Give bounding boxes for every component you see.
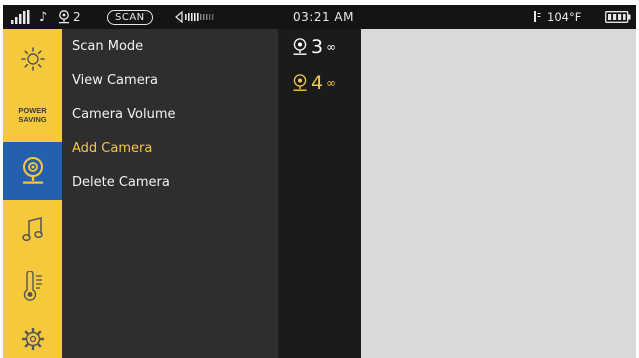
monitor-screen: ♪ 2 SCAN 03:21 AM 104°F POWER SAVING Sca… xyxy=(3,5,636,358)
music-note-icon xyxy=(21,217,43,242)
scan-badge[interactable]: SCAN xyxy=(107,5,153,29)
menu-item-camera-volume[interactable]: Camera Volume xyxy=(72,107,176,122)
scan-label: SCAN xyxy=(107,9,153,25)
power-saving-icon: POWER SAVING xyxy=(18,106,47,124)
thermometer-icon xyxy=(534,11,541,22)
sidebar-item-settings[interactable] xyxy=(3,319,62,358)
sidebar-item-brightness[interactable] xyxy=(3,35,62,83)
camera-entry-4[interactable]: 4 ∞ xyxy=(292,71,336,95)
camera-list: 3 ∞ 4 ∞ xyxy=(278,29,361,358)
sidebar: POWER SAVING xyxy=(3,29,62,358)
menu-item-scan-mode[interactable]: Scan Mode xyxy=(72,39,143,54)
camera-number: 3 xyxy=(311,36,324,58)
clock: 03:21 AM xyxy=(293,10,354,24)
link-icon: ∞ xyxy=(326,40,337,54)
menu-item-view-camera[interactable]: View Camera xyxy=(72,73,158,88)
sidebar-item-power-saving[interactable]: POWER SAVING xyxy=(3,91,62,139)
link-icon: ∞ xyxy=(326,76,337,90)
sidebar-item-camera[interactable] xyxy=(3,142,62,200)
volume-level-icon xyxy=(175,5,225,29)
camera-number: 4 xyxy=(311,72,324,94)
camera-count-indicator: 2 xyxy=(58,5,81,29)
camera-icon xyxy=(22,157,43,184)
thermometer-icon xyxy=(23,271,42,301)
menu-item-add-camera[interactable]: Add Camera xyxy=(72,141,152,156)
settings-gear-icon xyxy=(21,328,44,350)
status-bar: ♪ 2 SCAN 03:21 AM 104°F xyxy=(3,5,636,29)
camera-icon xyxy=(293,74,307,91)
brightness-icon xyxy=(20,47,45,71)
camera-icon xyxy=(59,10,69,24)
battery-icon xyxy=(605,5,631,29)
temperature-readout: 104°F xyxy=(533,5,581,29)
camera-menu: Scan Mode View Camera Camera Volume Add … xyxy=(62,29,278,358)
menu-item-delete-camera[interactable]: Delete Camera xyxy=(72,175,170,190)
camera-count: 2 xyxy=(73,10,81,24)
signal-strength-icon xyxy=(11,5,33,29)
camera-icon xyxy=(293,38,307,55)
sidebar-item-music[interactable] xyxy=(3,205,62,255)
camera-entry-3[interactable]: 3 ∞ xyxy=(292,35,336,59)
sidebar-item-temperature[interactable] xyxy=(3,261,62,311)
temperature-value: 104°F xyxy=(547,10,582,24)
camera-view-area xyxy=(361,29,636,358)
music-note-icon: ♪ xyxy=(39,9,48,25)
